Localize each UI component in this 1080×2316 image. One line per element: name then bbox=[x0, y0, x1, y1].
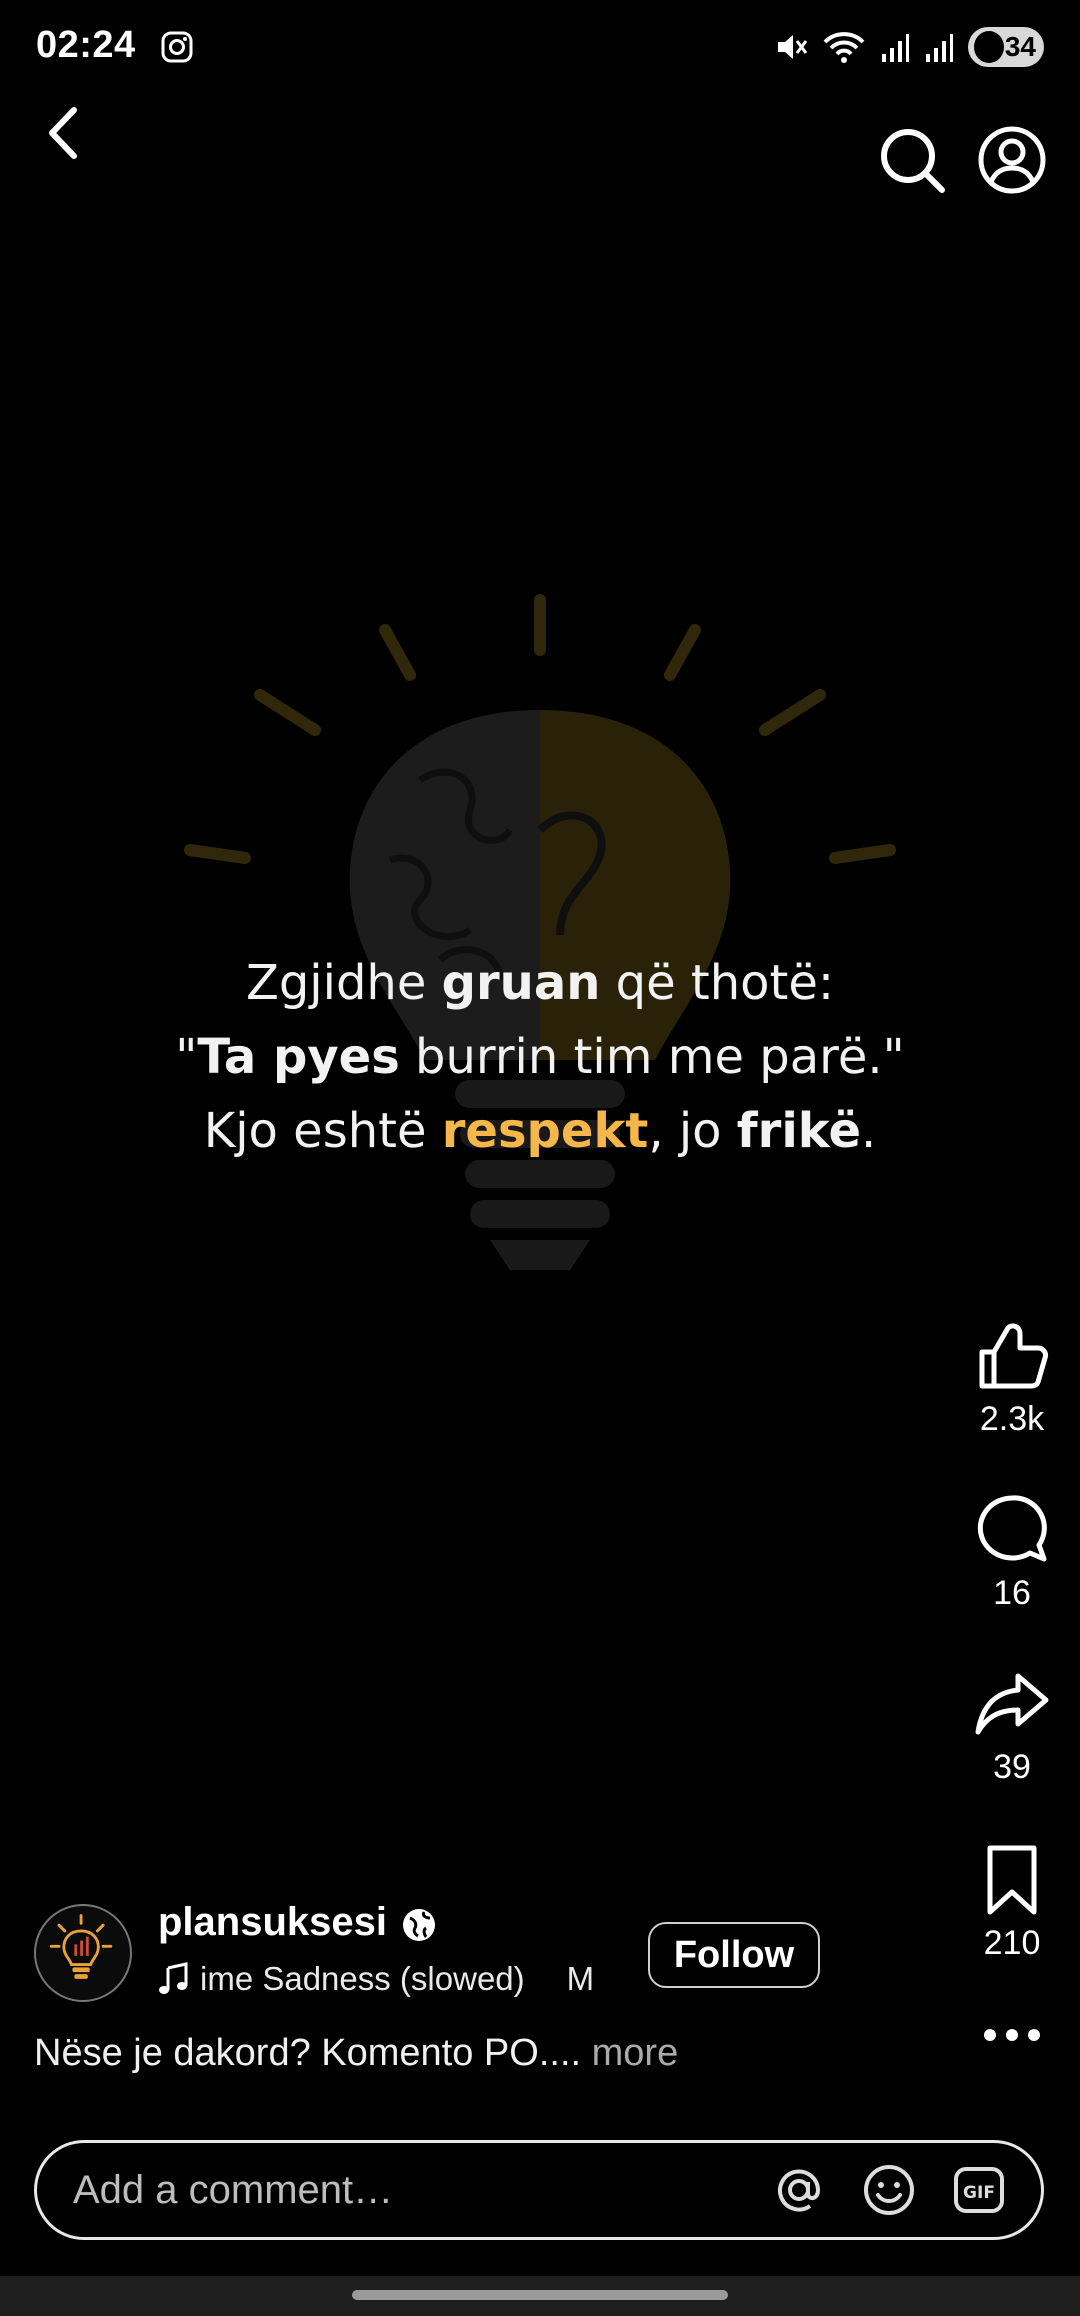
share-count: 39 bbox=[993, 1748, 1031, 1786]
quote-line-2: "Ta pyes burrin tim me parë." bbox=[175, 1029, 905, 1085]
follow-button[interactable]: Follow bbox=[648, 1922, 820, 1988]
signal-icon bbox=[882, 34, 909, 62]
share-button[interactable]: 39 bbox=[960, 1666, 1064, 1787]
quote-line-3: Kjo eshtë respekt, jo frikë. bbox=[203, 1103, 877, 1159]
share-icon bbox=[975, 1673, 1049, 1735]
emoji-icon[interactable] bbox=[861, 2162, 917, 2218]
battery-level: 34 bbox=[1004, 31, 1036, 62]
save-button[interactable]: 210 bbox=[960, 1842, 1064, 1963]
caption-more-link[interactable]: more bbox=[581, 2032, 679, 2074]
back-button[interactable] bbox=[30, 98, 100, 168]
save-count: 210 bbox=[983, 1924, 1041, 1962]
battery-icon: 34 bbox=[968, 27, 1044, 67]
svg-text:GIF: GIF bbox=[963, 2183, 995, 2203]
comment-count: 16 bbox=[993, 1574, 1031, 1612]
post-caption[interactable]: Nëse je dakord? Komento PO.... more bbox=[34, 2032, 678, 2075]
audio-title: ime Sadness (slowed) bbox=[200, 1960, 525, 1997]
quote-line-1: Zgjidhe gruan që thotë: bbox=[245, 955, 835, 1011]
instagram-icon bbox=[161, 31, 193, 63]
status-icons: 34 bbox=[774, 24, 1044, 70]
lightbulb-logo-icon bbox=[49, 1914, 113, 1979]
search-icon[interactable] bbox=[876, 124, 948, 196]
profile-icon[interactable] bbox=[976, 124, 1048, 196]
comment-input[interactable] bbox=[37, 2166, 771, 2214]
avatar[interactable] bbox=[34, 1904, 132, 2002]
author-username[interactable]: plansuksesi bbox=[158, 1900, 387, 1945]
status-time: 02:24 bbox=[36, 24, 136, 66]
gif-icon[interactable]: GIF bbox=[951, 2162, 1007, 2218]
music-note-icon bbox=[159, 1962, 188, 1994]
bookmark-icon bbox=[987, 1845, 1037, 1915]
wifi-icon bbox=[823, 32, 865, 63]
like-count: 2.3k bbox=[979, 1400, 1045, 1438]
audio-title-next: M bbox=[566, 1960, 595, 1997]
mention-icon[interactable] bbox=[771, 2162, 827, 2218]
signal-r-icon bbox=[926, 34, 953, 62]
comment-button[interactable]: 16 bbox=[960, 1492, 1064, 1613]
more-options-icon[interactable] bbox=[980, 2010, 1044, 2060]
mute-icon bbox=[778, 35, 808, 59]
home-indicator[interactable] bbox=[352, 2290, 728, 2300]
post-quote: Zgjidhe gruan që thotë: "Ta pyes burrin … bbox=[60, 946, 1020, 1168]
thumbs-up-icon bbox=[979, 1323, 1048, 1389]
comment-icon bbox=[977, 1495, 1047, 1562]
caption-text: Nëse je dakord? Komento PO.... bbox=[34, 2032, 582, 2074]
audio-track[interactable]: ime Sadness (slowed) M bbox=[158, 1960, 608, 1998]
globe-icon bbox=[403, 1909, 435, 1941]
comment-bar: GIF bbox=[34, 2140, 1044, 2240]
like-button[interactable]: 2.3k bbox=[960, 1318, 1064, 1439]
